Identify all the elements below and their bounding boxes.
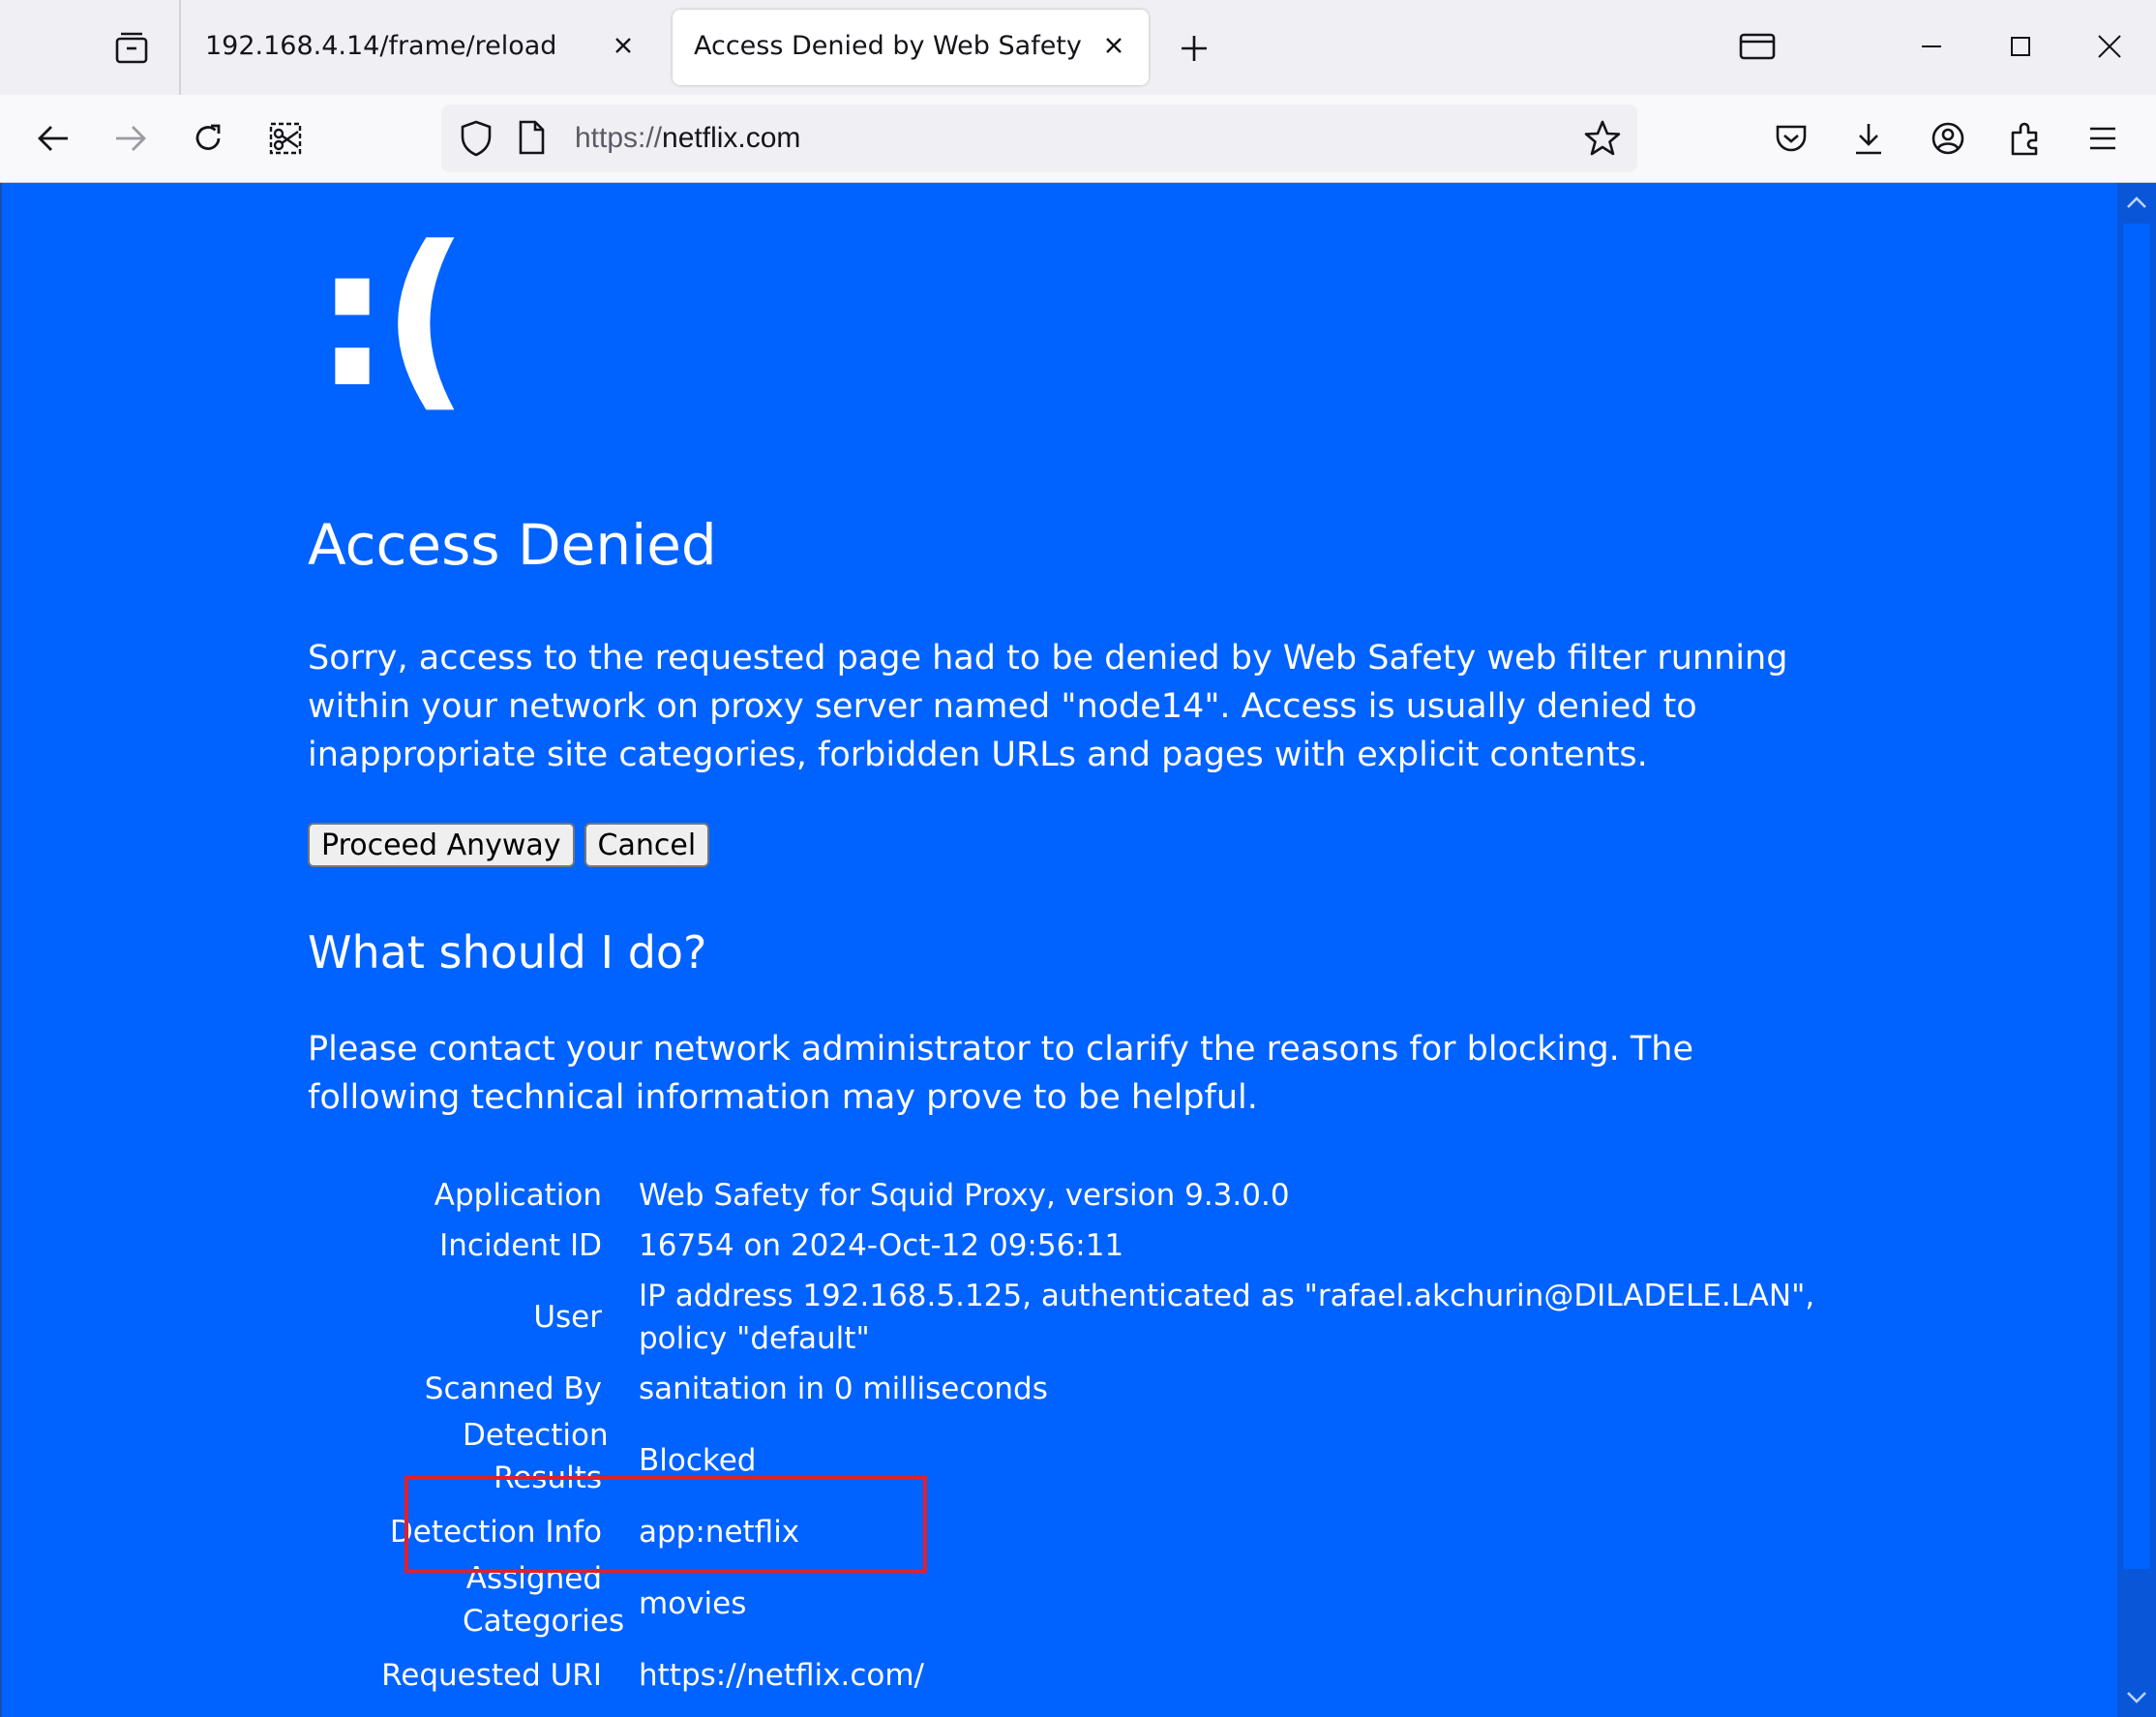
info-label: Requested URI <box>381 1658 602 1693</box>
section-heading: What should I do? <box>308 926 707 979</box>
highlight-annotation-box <box>404 1476 927 1573</box>
navigation-toolbar: https://netflix.com <box>0 95 2156 183</box>
info-label: Incident ID <box>439 1228 602 1263</box>
chevron-down-icon <box>2127 1692 2146 1703</box>
plus-icon <box>1182 36 1207 61</box>
info-value: sanitation in 0 milliseconds <box>639 1371 1048 1406</box>
tab-list-button[interactable] <box>93 17 170 79</box>
info-value: https://netflix.com/ <box>639 1658 924 1693</box>
vertical-scrollbar[interactable] <box>2117 183 2156 1717</box>
info-value: Web Safety for Squid Proxy, version 9.3.… <box>639 1178 1290 1213</box>
screenshot-button[interactable] <box>261 114 310 163</box>
info-label: Application <box>434 1178 602 1213</box>
reload-button[interactable] <box>184 114 232 163</box>
maximize-button[interactable] <box>1997 23 2044 70</box>
info-label: User <box>533 1300 602 1335</box>
close-icon <box>2098 35 2121 58</box>
chevron-up-icon <box>2127 196 2146 208</box>
denial-message: Sorry, access to the requested page had … <box>308 639 1788 774</box>
cancel-button[interactable]: Cancel <box>584 823 710 867</box>
window-icon <box>1739 33 1776 60</box>
tab-access-denied[interactable]: Access Denied by Web Safety <box>673 10 1149 85</box>
info-row-user: User IP address 192.168.5.125, authentic… <box>308 1271 1837 1364</box>
reload-icon <box>195 124 221 150</box>
back-arrow-icon <box>38 126 68 151</box>
tab-close-button[interactable] <box>606 28 641 63</box>
proceed-anyway-button[interactable]: Proceed Anyway <box>308 823 575 867</box>
url-text[interactable]: https://netflix.com <box>575 122 800 155</box>
minimize-button[interactable] <box>1908 23 1955 70</box>
shield-icon[interactable] <box>459 119 494 162</box>
info-row-requested-uri: Requested URI https://netflix.com/ <box>308 1650 1837 1701</box>
new-tab-button[interactable] <box>1171 25 1217 72</box>
tab-reload[interactable]: 192.168.4.14/frame/reload <box>184 10 658 85</box>
maximize-icon <box>2011 37 2030 56</box>
download-icon <box>1856 124 1881 155</box>
url-protocol: https:// <box>575 122 663 154</box>
page-content: :( Access Denied Sorry, access to the re… <box>2 183 2117 1717</box>
close-icon <box>615 38 631 53</box>
info-value: 16754 on 2024-Oct-12 09:56:11 <box>639 1228 1124 1263</box>
back-button[interactable] <box>29 114 77 163</box>
help-message: Please contact your network administrato… <box>308 1030 1694 1117</box>
info-row-incident-id: Incident ID 16754 on 2024-Oct-12 09:56:1… <box>308 1220 1837 1271</box>
scroll-up-button[interactable] <box>2117 183 2156 222</box>
extensions-icon <box>2011 122 2038 156</box>
downloads-button[interactable] <box>1844 114 1893 163</box>
tab-list-icon <box>115 32 148 64</box>
tab-bar: 192.168.4.14/frame/reload Access Denied … <box>0 0 2156 95</box>
action-buttons: Proceed Anyway Cancel <box>308 823 710 867</box>
forward-button[interactable] <box>106 114 155 163</box>
url-bar[interactable]: https://netflix.com <box>441 105 1637 172</box>
page-icon[interactable] <box>517 119 546 160</box>
menu-button[interactable] <box>2079 114 2127 163</box>
pocket-button[interactable] <box>1767 114 1815 163</box>
tab-title: Access Denied by Web Safety <box>694 31 1082 61</box>
scroll-thumb[interactable] <box>2123 224 2150 1569</box>
star-icon[interactable] <box>1583 119 1622 162</box>
sad-face: :( <box>314 205 469 431</box>
info-label: Scanned By <box>424 1371 602 1406</box>
tab-separator <box>179 0 181 95</box>
screenshot-icon <box>269 122 302 155</box>
page-title: Access Denied <box>308 512 717 578</box>
tab-title: 192.168.4.14/frame/reload <box>205 31 557 61</box>
pocket-icon <box>1776 125 1807 152</box>
window-close-button[interactable] <box>2086 23 2133 70</box>
forward-arrow-icon <box>116 126 146 151</box>
info-row-application: Application Web Safety for Squid Proxy, … <box>308 1170 1837 1220</box>
minimize-icon <box>1922 45 1941 47</box>
extensions-button[interactable] <box>2001 114 2050 163</box>
tab-close-button[interactable] <box>1096 28 1131 63</box>
scroll-down-button[interactable] <box>2117 1678 2156 1717</box>
url-host: netflix.com <box>662 122 801 154</box>
account-icon <box>1931 122 1964 155</box>
account-button[interactable] <box>1924 114 1972 163</box>
info-value: IP address 192.168.5.125, authenticated … <box>639 1279 1815 1356</box>
tabs-view-button[interactable] <box>1734 23 1781 70</box>
close-icon <box>1106 38 1122 53</box>
info-row-scanned-by: Scanned By sanitation in 0 milliseconds <box>308 1364 1837 1414</box>
hamburger-menu-icon <box>2090 127 2115 150</box>
technical-info-table: Application Web Safety for Squid Proxy, … <box>308 1170 1837 1701</box>
